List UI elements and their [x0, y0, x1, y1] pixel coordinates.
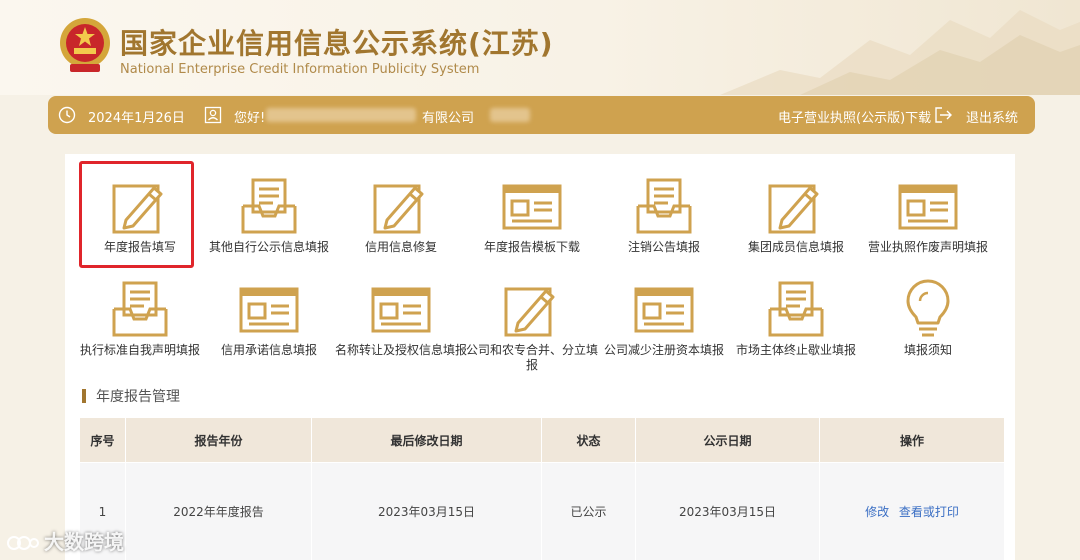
pencil-form-icon	[373, 184, 424, 234]
function-label: 市场主体终止歇业填报	[735, 343, 856, 357]
function-label: 注销公告填报	[627, 240, 700, 254]
view-print-link[interactable]: 查看或打印	[899, 505, 959, 519]
function-item-2[interactable]: 其他自行公示信息填报	[209, 176, 329, 276]
col-header-year: 报告年份	[125, 417, 312, 463]
col-header-modified: 最后修改日期	[311, 417, 542, 463]
current-date: 2024年1月26日	[88, 111, 185, 126]
national-emblem-icon	[60, 18, 110, 72]
function-item-13[interactable]: 市场主体终止歇业填报	[736, 279, 856, 379]
function-item-7[interactable]: 营业执照作废声明填报	[868, 176, 988, 276]
function-label: 名称转让及授权信息填报	[334, 343, 467, 357]
function-label: 信用承诺信息填报	[220, 343, 317, 357]
function-label: 年度报告模板下载	[483, 240, 580, 254]
function-item-5[interactable]: 注销公告填报	[604, 176, 724, 276]
function-label: 其他自行公示信息填报	[208, 240, 329, 254]
license-download-link[interactable]: 电子营业执照(公示版)下载	[778, 107, 931, 126]
cell-published: 2023年03月15日	[635, 462, 820, 560]
section-title-text: 年度报告管理	[96, 389, 180, 405]
cell-actions: 修改 查看或打印	[819, 462, 1005, 560]
logout-icon[interactable]	[934, 106, 954, 124]
template-window-icon	[239, 287, 299, 333]
function-label: 年度报告填写	[103, 240, 176, 254]
function-item-1[interactable]: 年度报告填写	[80, 176, 200, 276]
template-window-icon	[502, 184, 562, 230]
function-item-6[interactable]: 集团成员信息填报	[736, 176, 856, 276]
function-item-10[interactable]: 名称转让及授权信息填报	[335, 279, 467, 379]
edit-link[interactable]: 修改	[865, 505, 889, 519]
site-header: 国家企业信用信息公示系统(江苏) National Enterprise Cre…	[0, 0, 1080, 95]
function-label: 执行标准自我声明填报	[79, 343, 200, 357]
col-header-published: 公示日期	[635, 417, 820, 463]
function-label: 营业执照作废声明填报	[867, 240, 988, 254]
function-item-9[interactable]: 信用承诺信息填报	[209, 279, 329, 379]
site-title: 国家企业信用信息公示系统(江苏)	[120, 27, 554, 60]
redacted-info	[490, 108, 530, 122]
inbox-document-icon	[241, 178, 297, 234]
pencil-form-icon	[504, 287, 555, 337]
function-item-3[interactable]: 信用信息修复	[341, 176, 461, 276]
section-title-bar	[82, 389, 86, 403]
watermark-text: 大数跨境	[44, 530, 124, 554]
watermark: 大数跨境	[6, 526, 124, 555]
template-window-icon	[371, 287, 431, 333]
function-label: 信用信息修复	[364, 240, 437, 254]
site-subtitle: National Enterprise Credit Information P…	[120, 62, 480, 77]
section-title: 年度报告管理	[82, 386, 180, 406]
template-window-icon	[898, 184, 958, 230]
function-item-11[interactable]: 公司和农专合并、分立填报	[466, 279, 598, 379]
annual-report-table: 序号 报告年份 最后修改日期 状态 公示日期 操作 1 2022年年度报告 20…	[79, 417, 1005, 560]
cell-modified: 2023年03月15日	[311, 462, 542, 560]
user-bar: 2024年1月26日 您好! 有限公司 电子营业执照(公示版)下载 退出系统	[48, 96, 1035, 134]
inbox-document-icon	[112, 281, 168, 337]
pencil-form-icon	[112, 184, 163, 234]
table-row: 1 2022年年度报告 2023年03月15日 已公示 2023年03月15日 …	[79, 462, 1005, 560]
function-item-12[interactable]: 公司减少注册资本填报	[604, 279, 724, 379]
logout-link[interactable]: 退出系统	[966, 107, 1018, 126]
template-window-icon	[634, 287, 694, 333]
cell-status: 已公示	[541, 462, 636, 560]
col-header-no: 序号	[79, 417, 126, 463]
col-header-status: 状态	[541, 417, 636, 463]
function-item-14[interactable]: 填报须知	[868, 279, 988, 379]
table-header-row: 序号 报告年份 最后修改日期 状态 公示日期 操作	[79, 417, 1005, 463]
company-suffix: 有限公司	[422, 111, 475, 126]
watermark-logo-icon	[7, 536, 39, 550]
lightbulb-icon	[906, 279, 950, 337]
user-icon	[204, 106, 222, 124]
inbox-document-icon	[768, 281, 824, 337]
mountain-decoration	[720, 10, 1080, 95]
function-item-4[interactable]: 年度报告模板下载	[472, 176, 592, 276]
function-label: 公司和农专合并、分立填报	[465, 343, 598, 372]
pencil-form-icon	[768, 184, 819, 234]
greeting-text: 您好!	[234, 111, 266, 126]
cell-year: 2022年年度报告	[125, 462, 312, 560]
report-table-wrapper: 序号 报告年份 最后修改日期 状态 公示日期 操作 1 2022年年度报告 20…	[79, 417, 1005, 560]
function-label: 集团成员信息填报	[747, 240, 844, 254]
function-label: 填报须知	[903, 343, 952, 357]
redacted-company-name	[266, 108, 416, 122]
function-item-8[interactable]: 执行标准自我声明填报	[80, 279, 200, 379]
function-label: 公司减少注册资本填报	[603, 343, 724, 357]
col-header-actions: 操作	[819, 417, 1005, 463]
clock-icon	[58, 106, 76, 124]
inbox-document-icon	[636, 178, 692, 234]
